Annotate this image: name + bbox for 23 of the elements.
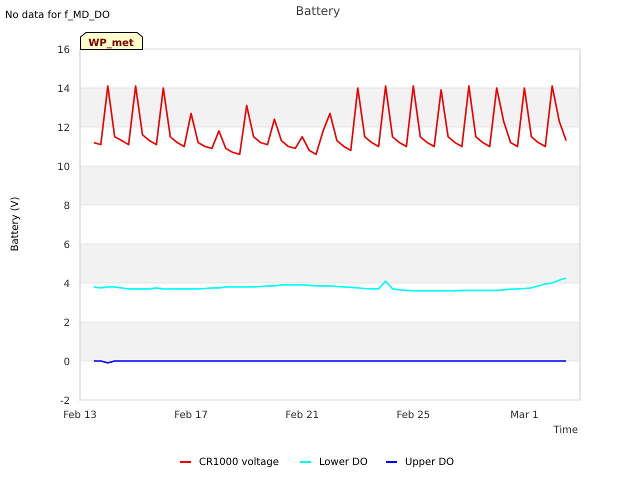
legend-label: CR1000 voltage: [199, 457, 279, 468]
y-axis-label: Battery (V): [10, 196, 21, 252]
x-tick-label: Feb 25: [396, 410, 430, 421]
y-tick-label: 6: [64, 240, 70, 251]
y-tick-label: 0: [64, 357, 70, 368]
x-tick-label: Feb 21: [285, 410, 320, 421]
y-tick-label: 14: [57, 84, 70, 95]
y-tick-label: -2: [60, 396, 70, 407]
y-tick-label: 10: [57, 162, 70, 173]
x-axis-label: Time: [554, 425, 578, 436]
no-data-notice: No data for f_MD_DO: [5, 10, 110, 21]
x-tick-label: Feb 13: [63, 410, 97, 421]
y-tick-label: 12: [57, 123, 70, 134]
y-tick-label: 4: [64, 279, 70, 290]
legend-label: Upper DO: [405, 457, 454, 468]
y-tick-label: 8: [64, 201, 70, 212]
x-tick-label: Feb 17: [174, 410, 208, 421]
x-tick-label: Mar 1: [510, 410, 539, 421]
chart-title: Battery: [296, 4, 340, 18]
legend-label: Lower DO: [319, 457, 368, 468]
y-tick-label: 16: [57, 45, 70, 56]
y-tick-label: 2: [64, 318, 70, 329]
station-tag: WP_met: [80, 32, 143, 50]
